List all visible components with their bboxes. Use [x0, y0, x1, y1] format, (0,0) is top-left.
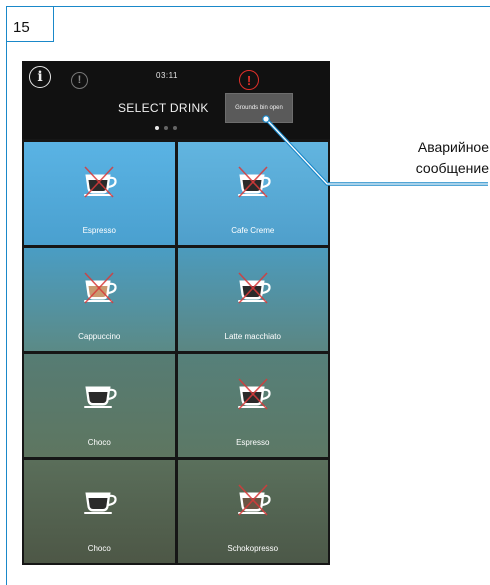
callout-label-line-2: сообщение: [415, 160, 489, 176]
callout-label-line-1: Аварийное: [417, 139, 489, 155]
callout-label: Аварийное сообщение: [349, 137, 489, 179]
callout-leader: [262, 115, 488, 186]
callout-anchor-dot: [262, 115, 270, 123]
